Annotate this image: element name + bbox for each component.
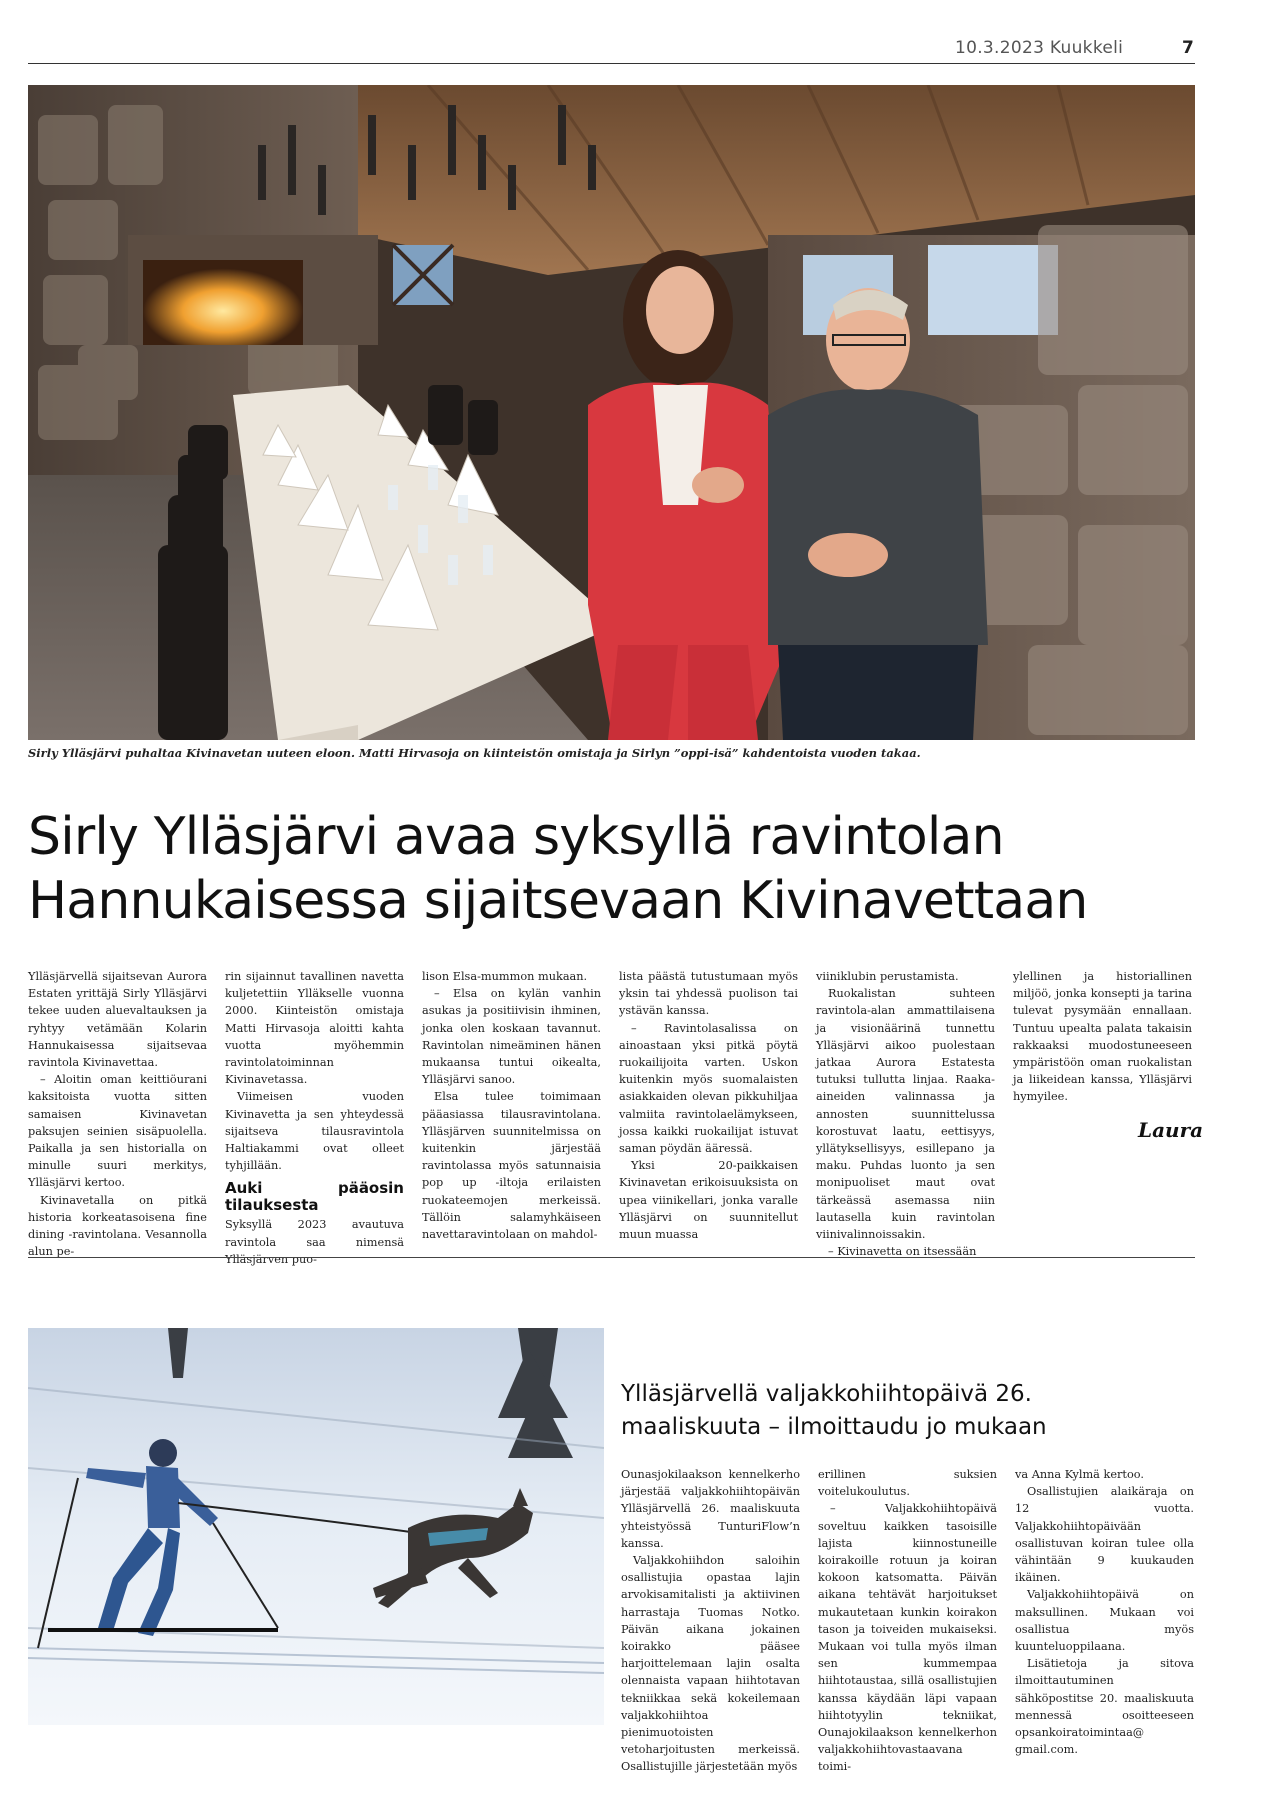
page-number: 7 xyxy=(1182,38,1194,58)
paragraph: – Aloitin oman keittiöurani kaksitoista … xyxy=(28,1073,207,1190)
paragraph: Kivinavetalla on pitkä historia korkeata… xyxy=(28,1193,207,1259)
paragraph: – Valjakkohiihtopäivä soveltuu kaikken t… xyxy=(818,1502,997,1774)
article2-column-3: va Anna Kylmä kertoo. Osallistujien alai… xyxy=(1015,1466,1194,1758)
restaurant-portrait-photo xyxy=(28,85,1195,740)
skijoring-photo-illustration xyxy=(28,1328,604,1725)
paragraph: Ruokalistan suhteen ravintola-alan ammat… xyxy=(816,987,995,1242)
paragraph: Lisätietoja ja sitova ilmoittautuminen s… xyxy=(1015,1657,1194,1757)
paragraph: Ylläsjärvellä sijaitsevan Aurora Estaten… xyxy=(28,970,207,1070)
article-headline-2: Ylläsjärvellä valjakkohiihtopäivä 26. ma… xyxy=(621,1378,1091,1444)
paragraph: ylellinen ja historiallinen miljöö, jonk… xyxy=(1013,970,1192,1104)
paragraph: – Ravintolasalissa on ainoastaan yksi pi… xyxy=(619,1021,798,1156)
subheading: Auki pääosin tilauksesta xyxy=(225,1179,404,1215)
paragraph: Elsa tulee toimimaan pääasiassa tilausra… xyxy=(422,1090,601,1242)
paragraph: lista päästä tutustumaan myös yksin tai … xyxy=(619,970,798,1018)
paragraph: rin sijainnut tavallinen navetta kuljete… xyxy=(225,970,404,1087)
headline-line-2: Hannukaisessa sijaitsevaan Kivinavettaan xyxy=(28,871,1088,931)
paragraph: Yksi 20-paikkaisen Kivinavetan erikoisuu… xyxy=(619,1159,798,1242)
newspaper-date-and-name: 10.3.2023 Kuukkeli xyxy=(955,38,1124,58)
headline-line-1: Sirly Ylläsjärvi avaa syksyllä ravintola… xyxy=(28,807,1005,867)
article-column-3: lison Elsa-mummon mukaan. – Elsa on kylä… xyxy=(422,968,601,1243)
paragraph: – Elsa on kylän vanhin asukas ja positii… xyxy=(422,987,601,1087)
author-signature: Laura xyxy=(1138,1118,1204,1142)
photo-caption: Sirly Ylläsjärvi puhaltaa Kivinavetan uu… xyxy=(28,746,921,760)
article-column-4: lista päästä tutustumaan myös yksin tai … xyxy=(619,968,798,1243)
paragraph: lison Elsa-mummon mukaan. xyxy=(422,970,588,983)
paragraph: viiniklubin perustamista. xyxy=(816,970,959,983)
paragraph: Syksyllä 2023 avautuva ravintola saa nim… xyxy=(225,1218,404,1266)
article-column-5: viiniklubin perustamista. Ruokalistan su… xyxy=(816,968,995,1260)
article2-column-2: erillinen suksien voitelukoulutus. – Val… xyxy=(818,1466,997,1776)
header-divider xyxy=(28,63,1195,64)
article-divider xyxy=(28,1257,1195,1258)
paragraph: va Anna Kylmä kertoo. xyxy=(1015,1468,1144,1481)
article-column-2: rin sijainnut tavallinen navetta kuljete… xyxy=(225,968,404,1268)
article-column-1: Ylläsjärvellä sijaitsevan Aurora Estaten… xyxy=(28,968,207,1260)
paragraph: Valjakkohiihdon saloihin osallistujia op… xyxy=(621,1554,800,1774)
paragraph: Osallistujien alaikäraja on 12 vuotta. V… xyxy=(1015,1485,1194,1585)
paragraph: Ounasjokilaakson kennelkerho järjestää v… xyxy=(621,1468,800,1550)
paragraph: Viimeisen vuoden Kivinavetta ja sen yhte… xyxy=(225,1090,404,1173)
article-headline: Sirly Ylläsjärvi avaa syksyllä ravintola… xyxy=(28,805,1195,933)
headline2-line-1: Ylläsjärvellä valjakkohiihtopäivä 26. xyxy=(621,1381,1032,1407)
paragraph: Valjakkohiihtopäivä on maksullinen. Muka… xyxy=(1015,1588,1194,1654)
headline2-line-2: maaliskuuta – ilmoittaudu jo mukaan xyxy=(621,1414,1047,1440)
skijoring-photo xyxy=(28,1328,604,1725)
restaurant-photo-illustration xyxy=(28,85,1195,740)
paragraph: erillinen suksien voitelukoulutus. xyxy=(818,1468,997,1499)
article2-column-1: Ounasjokilaakson kennelkerho järjestää v… xyxy=(621,1466,800,1776)
article-column-6: ylellinen ja historiallinen miljöö, jonk… xyxy=(1013,968,1192,1106)
